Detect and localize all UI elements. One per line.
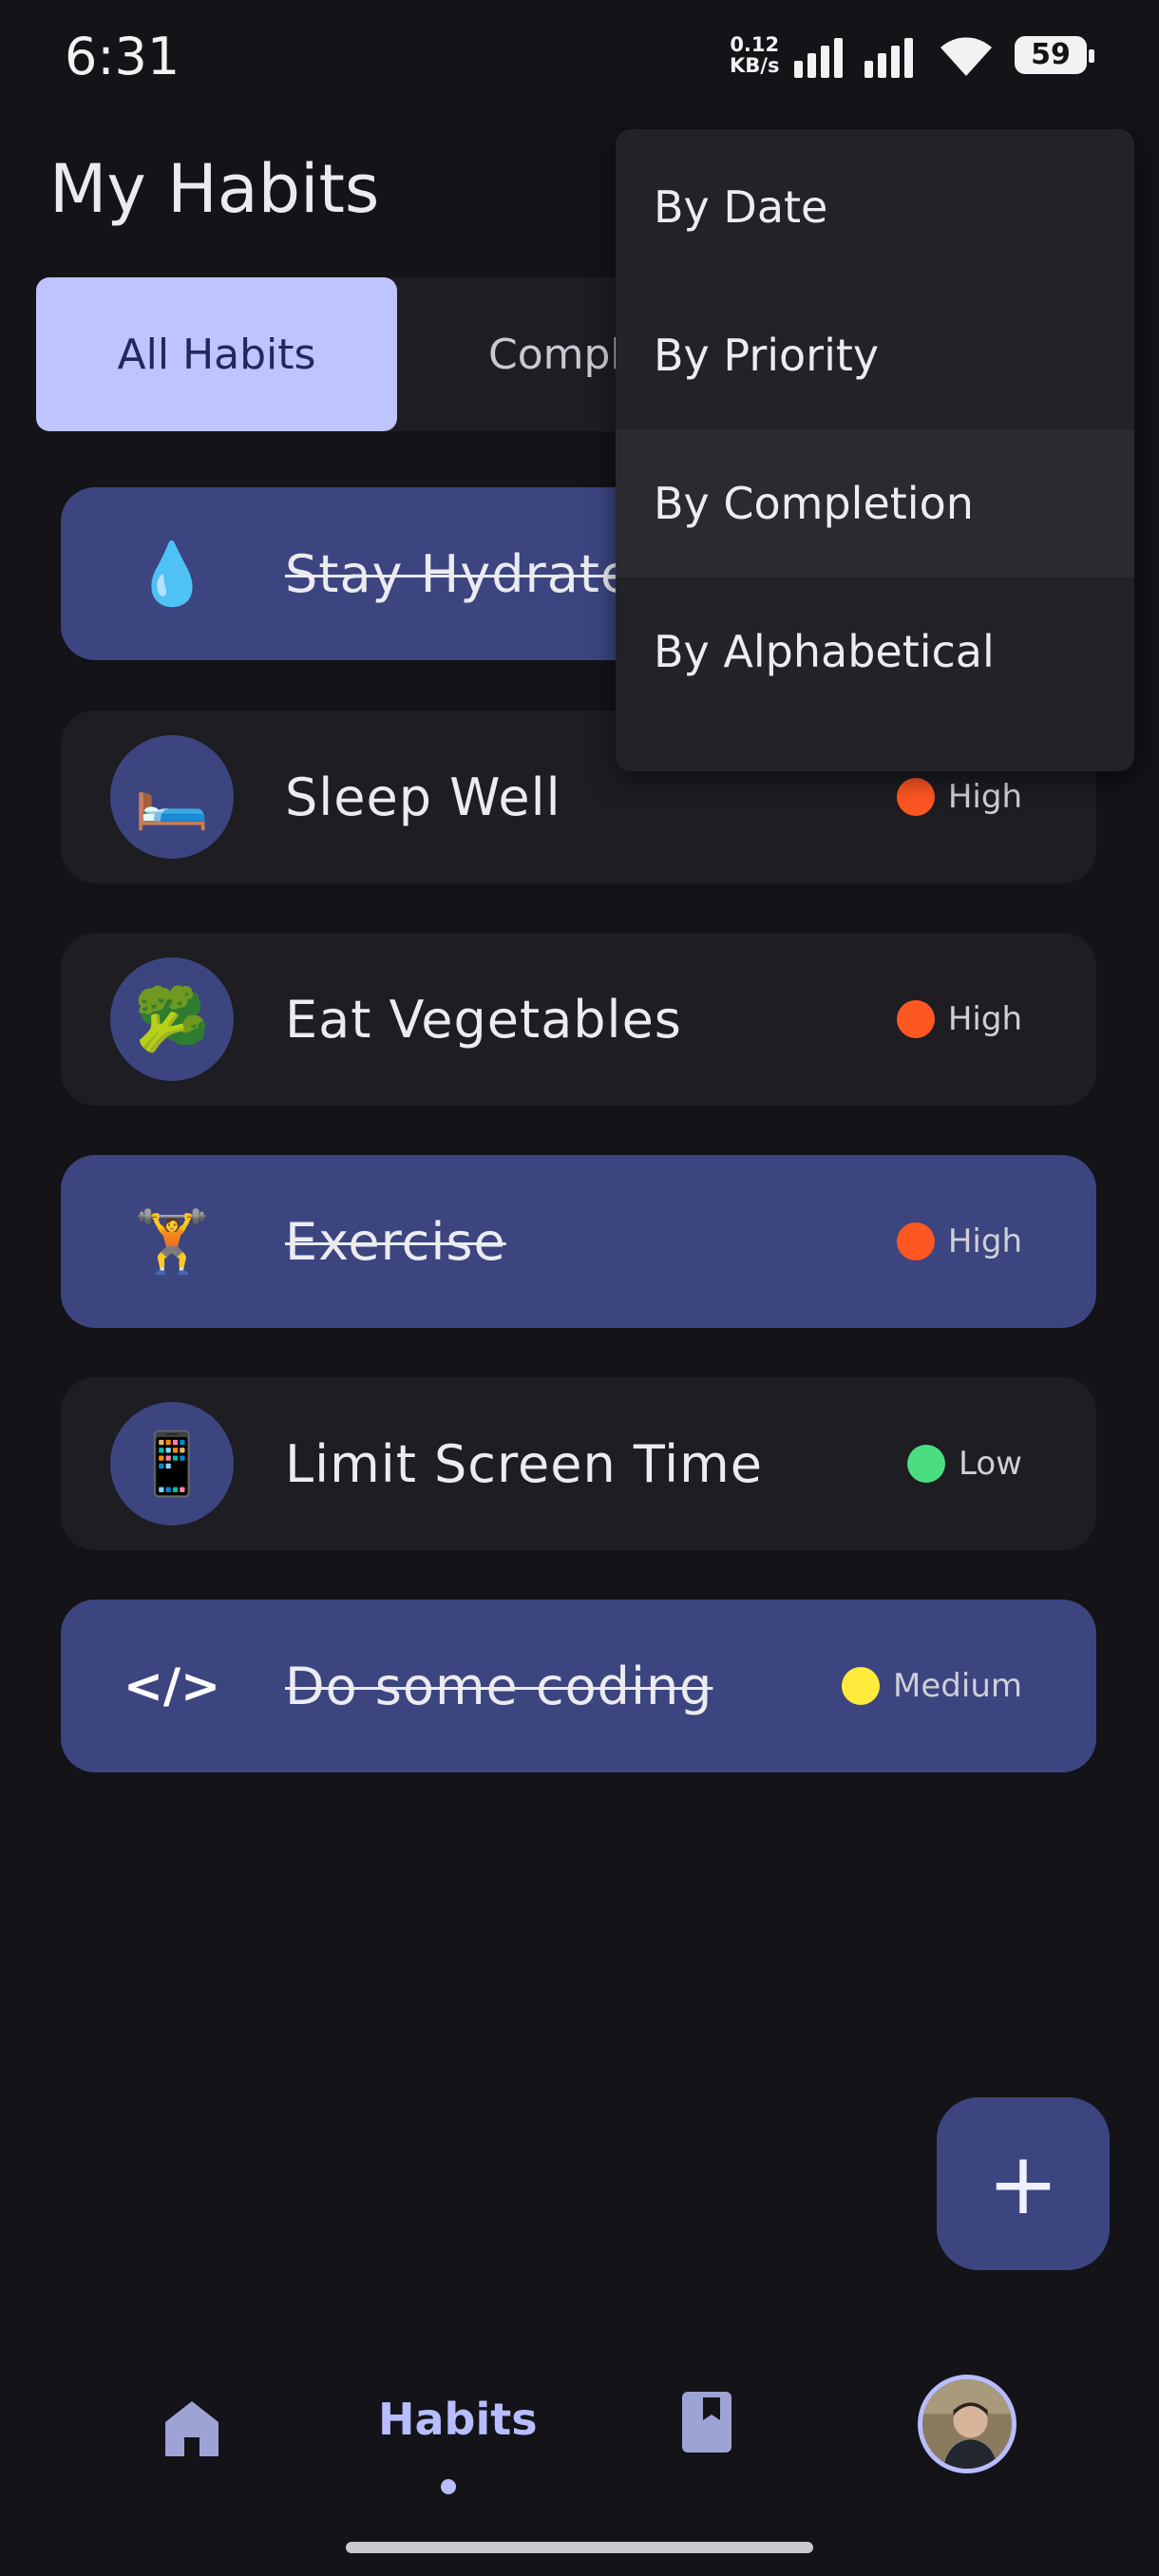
page-title: My Habits [49,150,380,228]
sort-by-date[interactable]: By Date [616,133,1134,281]
priority-dot [896,1222,935,1260]
sort-by-completion[interactable]: By Completion [616,429,1134,578]
habit-card-do-some-coding[interactable]: </> Do some coding Medium [61,1600,1096,1772]
priority-dot [896,778,935,816]
battery-icon: 59 [1015,36,1094,74]
habit-name: Do some coding [285,1656,713,1716]
bed-icon: 🛏️ [110,735,234,859]
habit-card-eat-vegetables[interactable]: 🥦 Eat Vegetables High [61,933,1096,1106]
code-icon: </> [123,1658,221,1714]
priority-label: High [947,1222,1022,1260]
habit-name: Stay Hydrate [285,543,634,604]
home-icon[interactable] [158,2394,226,2462]
habit-card-limit-screen-time[interactable]: 📱 Limit Screen Time Low [61,1377,1096,1550]
priority-badge: Medium [842,1600,1022,1772]
profile-avatar[interactable] [918,2375,1016,2473]
priority-badge: High [896,1155,1022,1328]
broccoli-icon: 🥦 [110,957,234,1081]
priority-label: High [947,778,1022,816]
habit-name: Limit Screen Time [285,1433,763,1494]
priority-dot [907,1445,946,1483]
habit-card-exercise[interactable]: 🏋️ Exercise High [61,1155,1096,1328]
add-habit-button[interactable]: + [937,2097,1110,2270]
sort-menu: By Date By Priority By Completion By Alp… [616,129,1134,771]
battery-level: 59 [1031,38,1071,71]
network-speed-unit: KB/s [730,54,780,77]
bottom-nav: Habits [0,2337,1159,2527]
priority-label: Low [959,1445,1022,1483]
habit-name: Exercise [285,1211,506,1272]
priority-dot [842,1667,881,1705]
home-indicator[interactable] [346,2542,813,2553]
water-drop-icon: 💧 [134,539,210,610]
phone-icon: 📱 [110,1402,234,1525]
tab-all-habits[interactable]: All Habits [36,277,397,431]
priority-label: High [947,1000,1022,1038]
habit-name: Sleep Well [285,767,561,827]
sort-by-alphabetical[interactable]: By Alphabetical [616,578,1134,726]
priority-badge: High [896,933,1022,1106]
nav-habits[interactable]: Habits [378,2394,538,2445]
tab-all-habits-label: All Habits [117,330,316,379]
wifi-icon [940,37,992,76]
habit-name: Eat Vegetables [285,989,682,1050]
signal-icon-2 [864,36,913,78]
status-time: 6:31 [65,27,180,86]
priority-badge: Low [907,1377,1022,1550]
network-speed: 0.12 KB/s [730,34,779,76]
signal-icon [794,36,843,78]
network-speed-value: 0.12 [730,33,780,56]
priority-label: Medium [893,1667,1022,1705]
nav-active-indicator [441,2479,456,2494]
priority-dot [896,1000,935,1038]
status-bar: 6:31 0.12 KB/s 59 [0,0,1159,114]
plus-icon: + [987,2133,1059,2234]
weightlifter-icon: 🏋️ [134,1206,210,1278]
book-icon[interactable] [682,2392,735,2453]
sort-by-priority[interactable]: By Priority [616,281,1134,429]
